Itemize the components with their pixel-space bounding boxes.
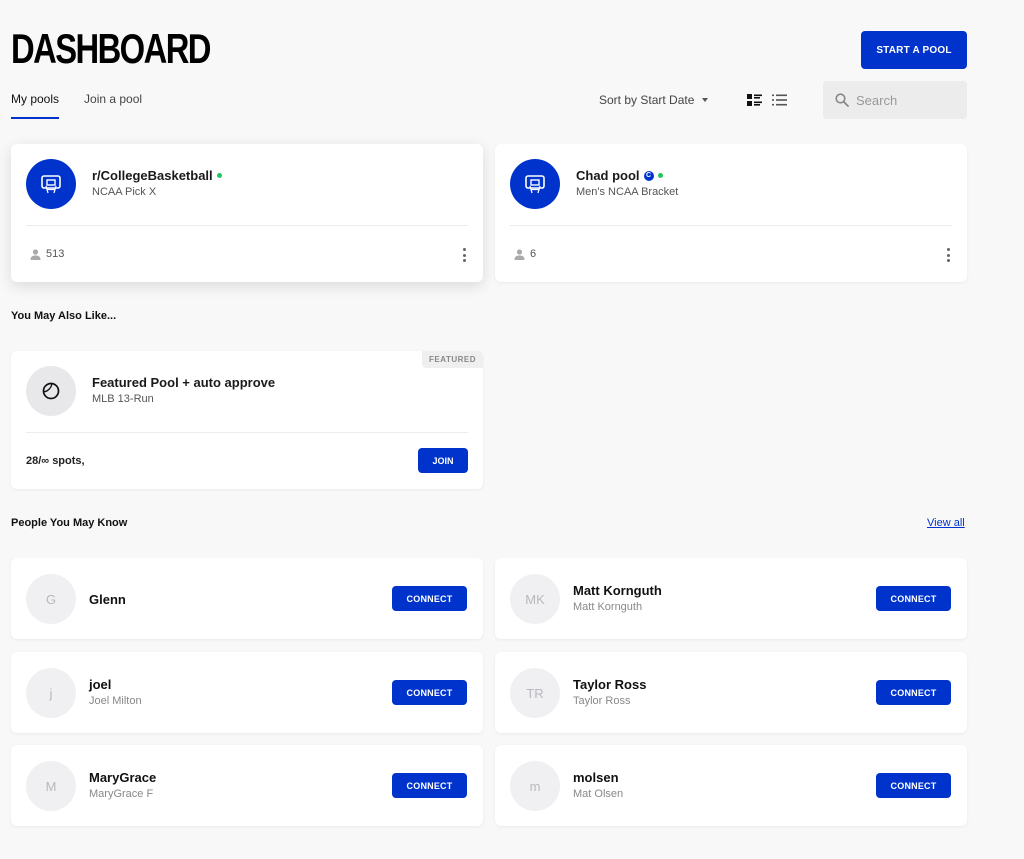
avatar: j <box>26 668 76 718</box>
connect-button[interactable]: CONNECT <box>392 773 467 798</box>
person-full-name: Mat Olsen <box>573 788 624 800</box>
basketball-hoop-icon <box>510 159 560 209</box>
caret-down-icon <box>702 98 709 102</box>
connect-button[interactable]: CONNECT <box>392 586 467 611</box>
person-name: molsen <box>573 770 619 785</box>
connect-button[interactable]: CONNECT <box>876 586 951 611</box>
person-icon <box>514 248 525 260</box>
person-name: Glenn <box>89 592 126 607</box>
pool-card[interactable]: Chad pool C Men's NCAA Bracket 6 <box>495 144 967 282</box>
person-name: joel <box>89 677 112 692</box>
connect-button[interactable]: CONNECT <box>392 680 467 705</box>
person-icon <box>30 248 41 260</box>
page-title: DASHBOARD <box>11 25 211 72</box>
person-full-name: MaryGrace F <box>89 788 154 800</box>
more-options-icon[interactable] <box>946 248 950 262</box>
featured-pool-name: Featured Pool + auto approve <box>92 375 276 390</box>
avatar: MK <box>510 574 560 624</box>
person-card: j joel Joel Milton CONNECT <box>11 652 483 733</box>
search-input[interactable] <box>856 92 956 108</box>
featured-pool-card[interactable]: FEATURED Featured Pool + auto approve ML… <box>11 351 483 489</box>
tab-my-pools[interactable]: My pools <box>11 92 60 119</box>
basketball-hoop-icon <box>26 159 76 209</box>
featured-badge: FEATURED <box>422 351 483 368</box>
pool-type: NCAA Pick X <box>92 186 157 198</box>
list-view-icon[interactable] <box>772 94 787 106</box>
person-name: Taylor Ross <box>573 677 647 692</box>
spots-count: 28/∞ spots, <box>26 455 85 467</box>
connect-button[interactable]: CONNECT <box>876 680 951 705</box>
more-options-icon[interactable] <box>462 248 466 262</box>
commissioner-badge: C <box>643 170 654 181</box>
divider <box>510 225 952 226</box>
pool-card[interactable]: r/CollegeBasketball NCAA Pick X 513 <box>11 144 483 282</box>
section-title-people: People You May Know <box>11 517 128 529</box>
section-title-suggested: You May Also Like... <box>11 310 117 322</box>
pool-name: r/CollegeBasketball <box>92 168 222 183</box>
person-card: TR Taylor Ross Taylor Ross CONNECT <box>495 652 967 733</box>
person-card: M MaryGrace MaryGrace F CONNECT <box>11 745 483 826</box>
avatar: G <box>26 574 76 624</box>
online-status-dot <box>657 173 663 178</box>
view-all-link[interactable]: View all <box>927 517 965 529</box>
person-name: Matt Kornguth <box>573 583 662 598</box>
card-view-icon[interactable] <box>747 94 762 106</box>
person-card: MK Matt Kornguth Matt Kornguth CONNECT <box>495 558 967 639</box>
avatar: M <box>26 761 76 811</box>
search-icon <box>835 93 849 107</box>
connect-button[interactable]: CONNECT <box>876 773 951 798</box>
sort-dropdown[interactable]: Sort by Start Date <box>599 93 709 107</box>
pool-type: Men's NCAA Bracket <box>576 186 679 198</box>
member-count: 513 <box>30 248 64 260</box>
featured-pool-type: MLB 13-Run <box>92 393 154 405</box>
baseball-icon <box>26 366 76 416</box>
person-full-name: Joel Milton <box>89 695 142 707</box>
pool-tabs: My pools Join a pool <box>11 92 142 119</box>
online-status-dot <box>216 173 222 178</box>
pool-name: Chad pool C <box>576 168 663 183</box>
divider <box>26 432 468 433</box>
search-box[interactable] <box>823 81 967 119</box>
person-card: G Glenn CONNECT <box>11 558 483 639</box>
divider <box>26 225 468 226</box>
person-card: m molsen Mat Olsen CONNECT <box>495 745 967 826</box>
avatar: m <box>510 761 560 811</box>
tab-join-a-pool[interactable]: Join a pool <box>84 92 142 119</box>
person-full-name: Taylor Ross <box>573 695 631 707</box>
member-count: 6 <box>514 248 536 260</box>
join-button[interactable]: JOIN <box>418 448 468 473</box>
sort-label: Sort by Start Date <box>599 93 695 107</box>
avatar: TR <box>510 668 560 718</box>
person-name: MaryGrace <box>89 770 157 785</box>
start-pool-button[interactable]: START A POOL <box>861 31 967 69</box>
person-full-name: Matt Kornguth <box>573 601 643 613</box>
